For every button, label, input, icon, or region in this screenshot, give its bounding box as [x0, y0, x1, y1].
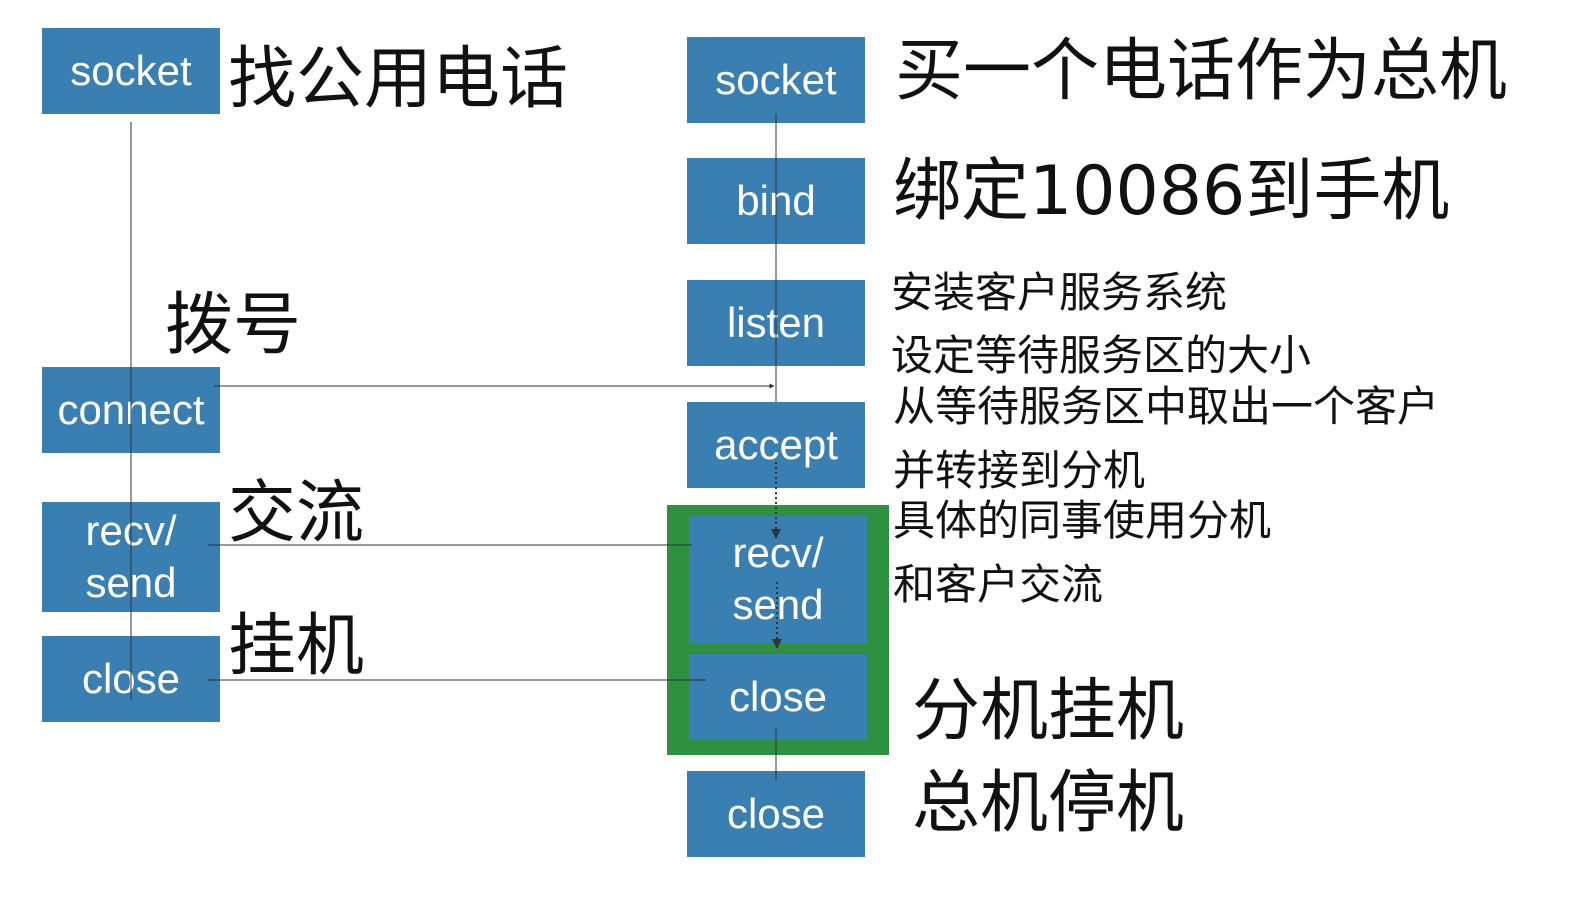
note-talk-with-customer: 和客户交流 [893, 560, 1104, 609]
client-connect-box: connect [42, 367, 220, 453]
server-close-box: close [687, 771, 865, 857]
note-install-service: 安装客户服务系统 [891, 268, 1228, 317]
note-switchboard-stop: 总机停机 [912, 764, 1185, 843]
note-find-phone: 找公用电话 [228, 40, 569, 119]
note-buy-switchboard: 买一个电话作为总机 [895, 32, 1508, 111]
client-recv-send-box: recv/ send [42, 502, 220, 612]
note-set-waiting-size: 设定等待服务区的大小 [891, 331, 1312, 380]
socket-flow-diagram: socket connect recv/ send close socket b… [0, 0, 1574, 904]
note-take-customer: 从等待服务区中取出一个客户 [893, 382, 1440, 431]
client-socket-box: socket [42, 28, 220, 114]
note-colleague-extension: 具体的同事使用分机 [893, 496, 1272, 545]
server-socket-box: socket [687, 37, 865, 123]
note-transfer-extension: 并转接到分机 [893, 446, 1146, 495]
server-accept-box: accept [687, 402, 865, 488]
server-child-close-box: close [689, 654, 867, 740]
server-listen-box: listen [687, 280, 865, 366]
note-dial: 拨号 [165, 286, 302, 365]
note-extension-hang-up: 分机挂机 [912, 672, 1185, 751]
note-bind-10086: 绑定10086到手机 [893, 152, 1450, 231]
server-recv-send-box: recv/ send [689, 515, 867, 643]
note-exchange: 交流 [228, 474, 365, 553]
note-hang-up: 挂机 [228, 607, 365, 686]
client-close-box: close [42, 636, 220, 722]
server-bind-box: bind [687, 158, 865, 244]
